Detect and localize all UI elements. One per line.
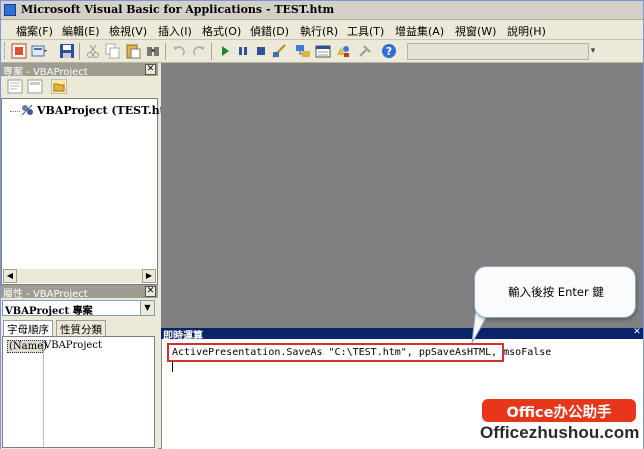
project-explorer-close-button[interactable]: ✕	[145, 64, 156, 75]
project-explorer-title-bar: 專案 - VBAProject ✕	[1, 63, 158, 78]
break-icon[interactable]	[235, 43, 251, 59]
project-tree[interactable]: VBAProject (TEST.htm) ◀ ▶	[1, 98, 182, 285]
tree-item-label: VBAProject (TEST.htm)	[37, 104, 182, 117]
project-tree-horizontal-scrollbar[interactable]: ◀ ▶	[3, 269, 156, 283]
redo-icon[interactable]	[191, 43, 207, 59]
window-title: Microsoft Visual Basic for Applications …	[21, 3, 335, 16]
copy-icon[interactable]	[105, 43, 121, 59]
title-bar: Microsoft Visual Basic for Applications …	[1, 1, 643, 20]
properties-title: 屬性 - VBAProject	[3, 289, 88, 300]
tab-categorized[interactable]: 性質分類	[56, 320, 106, 336]
standard-toolbar: ? ▾	[1, 40, 643, 63]
toolbar-grip[interactable]	[4, 43, 7, 59]
properties-window: 屬性 - VBAProject ✕ VBAProject 專案 ▼ 字母順序 性…	[1, 285, 158, 449]
menu-format[interactable]: 格式(O)	[202, 23, 241, 39]
menu-help[interactable]: 說明(H)	[507, 23, 546, 39]
scroll-right-icon[interactable]: ▶	[142, 269, 156, 283]
callout-text: 輸入後按 Enter 鍵	[508, 285, 604, 299]
property-name[interactable]: (Name)	[7, 340, 47, 353]
properties-window-icon[interactable]	[315, 43, 331, 59]
object-browser-icon[interactable]	[335, 43, 351, 59]
toolbar-options-icon[interactable]: ▾	[589, 43, 597, 60]
vba-project-icon	[20, 103, 34, 117]
watermark-logo: Office办公助手	[482, 399, 636, 422]
immediate-window-close-button[interactable]: ✕	[632, 328, 642, 338]
run-icon[interactable]	[217, 43, 233, 59]
menu-tools[interactable]: 工具(T)	[347, 23, 384, 39]
menu-run[interactable]: 執行(R)	[300, 23, 338, 39]
menu-view[interactable]: 檢視(V)	[109, 23, 147, 39]
cursor-position-box	[407, 43, 589, 60]
selected-object: VBAProject 專案	[5, 306, 93, 317]
project-explorer: 專案 - VBAProject ✕ VBAProject (TEST.htm)	[1, 63, 182, 285]
find-icon[interactable]	[145, 43, 161, 59]
chevron-down-icon[interactable]: ▼	[140, 301, 154, 315]
menu-edit[interactable]: 編輯(E)	[62, 23, 100, 39]
vba-app-icon	[4, 4, 16, 16]
menu-file[interactable]: 檔案(F)	[16, 23, 53, 39]
menu-debug[interactable]: 偵錯(D)	[250, 23, 289, 39]
immediate-window-title-bar: 即時運算 ✕	[161, 328, 643, 342]
view-host-app-icon[interactable]	[11, 43, 27, 59]
watermark-url: Officezhushou.com	[480, 423, 640, 442]
insert-userform-icon[interactable]	[31, 43, 47, 59]
cut-icon[interactable]	[85, 43, 101, 59]
menu-bar: 檔案(F) 編輯(E) 檢視(V) 插入(I) 格式(O) 偵錯(D) 執行(R…	[1, 20, 643, 40]
instruction-callout: 輸入後按 Enter 鍵	[474, 266, 636, 318]
menu-addins[interactable]: 增益集(A)	[395, 23, 444, 39]
view-code-icon[interactable]	[7, 79, 23, 94]
reset-icon[interactable]	[253, 43, 269, 59]
paste-icon[interactable]	[125, 43, 141, 59]
menu-window[interactable]: 視窗(W)	[455, 23, 496, 39]
vba-editor-window: Microsoft Visual Basic for Applications …	[0, 0, 644, 449]
tab-alphabetic[interactable]: 字母順序	[3, 320, 53, 336]
view-object-icon[interactable]	[27, 79, 43, 94]
menu-insert[interactable]: 插入(I)	[158, 23, 192, 39]
project-explorer-toolbar	[1, 76, 158, 97]
undo-icon[interactable]	[171, 43, 187, 59]
project-explorer-icon[interactable]	[295, 43, 311, 59]
help-icon[interactable]: ?	[381, 43, 397, 59]
scroll-left-icon[interactable]: ◀	[3, 269, 17, 283]
save-icon[interactable]	[59, 43, 75, 59]
object-selector-dropdown[interactable]: VBAProject 專案 ▼	[2, 300, 155, 317]
properties-title-bar: 屬性 - VBAProject ✕	[1, 285, 158, 300]
toolbox-icon[interactable]	[357, 43, 373, 59]
toggle-folders-icon[interactable]	[50, 78, 68, 95]
properties-close-button[interactable]: ✕	[145, 286, 156, 297]
text-caret	[172, 360, 173, 372]
design-mode-icon[interactable]	[271, 43, 287, 59]
properties-grid: (Name) VBAProject	[2, 336, 155, 448]
immediate-command-line[interactable]: ActivePresentation.SaveAs "C:\TEST.htm",…	[172, 347, 551, 358]
svg-text:?: ?	[386, 45, 392, 58]
property-value[interactable]: VBAProject	[44, 340, 102, 351]
